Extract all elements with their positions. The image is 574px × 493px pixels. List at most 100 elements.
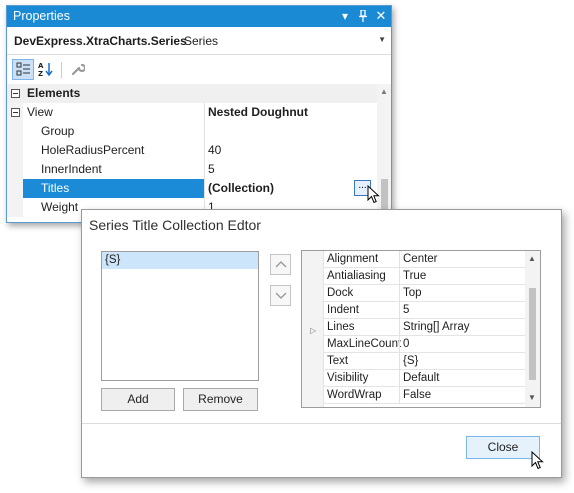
property-name: Text xyxy=(327,355,349,367)
property-row-view[interactable]: View Nested Doughnut xyxy=(7,103,377,122)
chevron-down-icon xyxy=(275,292,287,299)
property-name: Weight xyxy=(41,200,79,214)
row-gutter xyxy=(7,198,23,217)
property-row-lines[interactable]: Lines String[] Array xyxy=(324,319,525,336)
property-value[interactable]: True xyxy=(403,270,426,282)
column-divider xyxy=(399,387,400,404)
property-name: WordWrap xyxy=(327,389,382,401)
property-name: Visibility xyxy=(327,372,369,384)
property-row-max-line-count[interactable]: MaxLineCount 0 xyxy=(324,336,525,353)
property-name: Dock xyxy=(327,287,354,299)
property-value[interactable]: False xyxy=(403,389,431,401)
svg-text:A: A xyxy=(38,62,44,70)
window-position-dropdown-icon[interactable]: ▾ xyxy=(337,7,353,25)
property-name: Titles xyxy=(41,181,70,195)
property-name: Alignment xyxy=(327,253,379,265)
property-name: MaxLineCount xyxy=(327,338,402,350)
alphabetical-icon[interactable]: A Z xyxy=(35,59,57,80)
list-item[interactable]: {S} xyxy=(102,252,258,269)
property-name: Elements xyxy=(27,86,81,100)
property-row-text[interactable]: Text {S} xyxy=(324,353,525,370)
property-row-indent[interactable]: Indent 5 xyxy=(324,302,525,319)
column-divider xyxy=(204,141,205,160)
property-row-group[interactable]: Group xyxy=(7,122,377,141)
property-value[interactable]: Center xyxy=(403,253,438,265)
property-row-visibility[interactable]: Visibility Default xyxy=(324,370,525,387)
property-row-antialiasing[interactable]: Antialiasing True xyxy=(324,268,525,285)
expand-icon[interactable]: ▷ xyxy=(310,326,316,335)
scroll-up-icon[interactable]: ▲ xyxy=(380,87,388,96)
row-gutter xyxy=(7,179,23,198)
property-row-hole-radius-percent[interactable]: HoleRadiusPercent 40 xyxy=(7,141,377,160)
collection-editor-dialog: Series Title Collection Edtor {S} Add Re… xyxy=(81,209,562,478)
dialog-title: Series Title Collection Edtor xyxy=(89,217,261,233)
categorized-icon[interactable] xyxy=(12,59,34,80)
property-value[interactable]: Default xyxy=(403,372,439,384)
property-value[interactable]: 40 xyxy=(208,143,221,157)
row-gutter xyxy=(7,103,23,122)
move-down-button[interactable] xyxy=(270,285,291,306)
property-name: HoleRadiusPercent xyxy=(41,143,145,157)
title-properties-grid: ▷ Alignment Center Antialiasing True Doc… xyxy=(301,250,541,408)
column-divider xyxy=(399,370,400,387)
svg-text:Z: Z xyxy=(38,70,43,77)
properties-title: Properties xyxy=(13,9,70,23)
property-name: Group xyxy=(41,124,75,138)
row-gutter xyxy=(7,122,23,141)
chevron-up-icon xyxy=(275,261,287,268)
properties-toolbar: A Z xyxy=(7,56,391,83)
property-row-dock[interactable]: Dock Top xyxy=(324,285,525,302)
property-row-inner-indent[interactable]: InnerIndent 5 xyxy=(7,160,377,179)
column-divider xyxy=(399,268,400,285)
chevron-down-icon[interactable]: ▼ xyxy=(378,35,386,44)
property-value[interactable]: {S} xyxy=(403,355,418,367)
property-value[interactable]: 5 xyxy=(403,304,409,316)
property-name: InnerIndent xyxy=(41,162,102,176)
add-button[interactable]: Add xyxy=(101,388,175,411)
mouse-cursor-icon xyxy=(531,451,544,470)
column-divider xyxy=(399,353,400,370)
scroll-up-icon[interactable]: ▲ xyxy=(528,254,536,263)
remove-button[interactable]: Remove xyxy=(183,388,258,411)
column-divider xyxy=(204,103,205,122)
property-value[interactable]: 5 xyxy=(208,162,215,176)
close-icon[interactable]: ✕ xyxy=(373,7,389,25)
column-divider xyxy=(399,302,400,319)
column-divider xyxy=(204,160,205,179)
scroll-down-icon[interactable]: ▼ xyxy=(528,393,536,402)
mouse-cursor-icon xyxy=(367,185,380,204)
object-type: Series xyxy=(184,34,219,48)
property-value[interactable]: String[] Array xyxy=(403,321,469,333)
column-divider xyxy=(204,122,205,141)
pin-icon[interactable] xyxy=(355,7,371,25)
property-row-word-wrap[interactable]: WordWrap False xyxy=(324,387,525,404)
object-selector[interactable]: DevExpress.XtraCharts.Series Series ▼ xyxy=(7,27,391,55)
scrollbar-thumb[interactable] xyxy=(529,288,536,380)
column-divider xyxy=(399,336,400,353)
properties-window: Properties ▾ ✕ DevExpress.XtraCharts.Ser… xyxy=(6,5,392,223)
category-row-elements[interactable]: Elements xyxy=(7,84,377,103)
column-divider xyxy=(399,319,400,336)
collapse-icon[interactable] xyxy=(11,108,20,117)
property-name: Antialiasing xyxy=(327,270,386,282)
titles-list[interactable]: {S} xyxy=(101,251,259,381)
property-value[interactable]: (Collection) xyxy=(208,181,274,195)
row-gutter xyxy=(7,160,23,179)
property-row-alignment[interactable]: Alignment Center xyxy=(324,251,525,268)
column-divider xyxy=(399,251,400,268)
column-divider xyxy=(399,285,400,302)
object-name: DevExpress.XtraCharts.Series xyxy=(14,34,187,48)
property-value[interactable]: Nested Doughnut xyxy=(208,105,308,119)
close-button[interactable]: Close xyxy=(466,436,540,459)
property-row-titles[interactable]: Titles (Collection) ... xyxy=(7,179,377,198)
property-name: Lines xyxy=(327,321,355,333)
move-up-button[interactable] xyxy=(270,254,291,275)
collapse-icon[interactable] xyxy=(11,89,20,98)
row-gutter xyxy=(7,84,23,103)
property-value[interactable]: 0 xyxy=(403,338,409,350)
wrench-icon[interactable] xyxy=(67,59,89,80)
property-value[interactable]: Top xyxy=(403,287,422,299)
properties-scrollbar[interactable]: ▲ ▼ xyxy=(525,251,540,407)
properties-title-bar[interactable]: Properties ▾ ✕ xyxy=(7,6,391,27)
property-grid: Elements View Nested Doughnut Group Hole… xyxy=(7,84,377,222)
